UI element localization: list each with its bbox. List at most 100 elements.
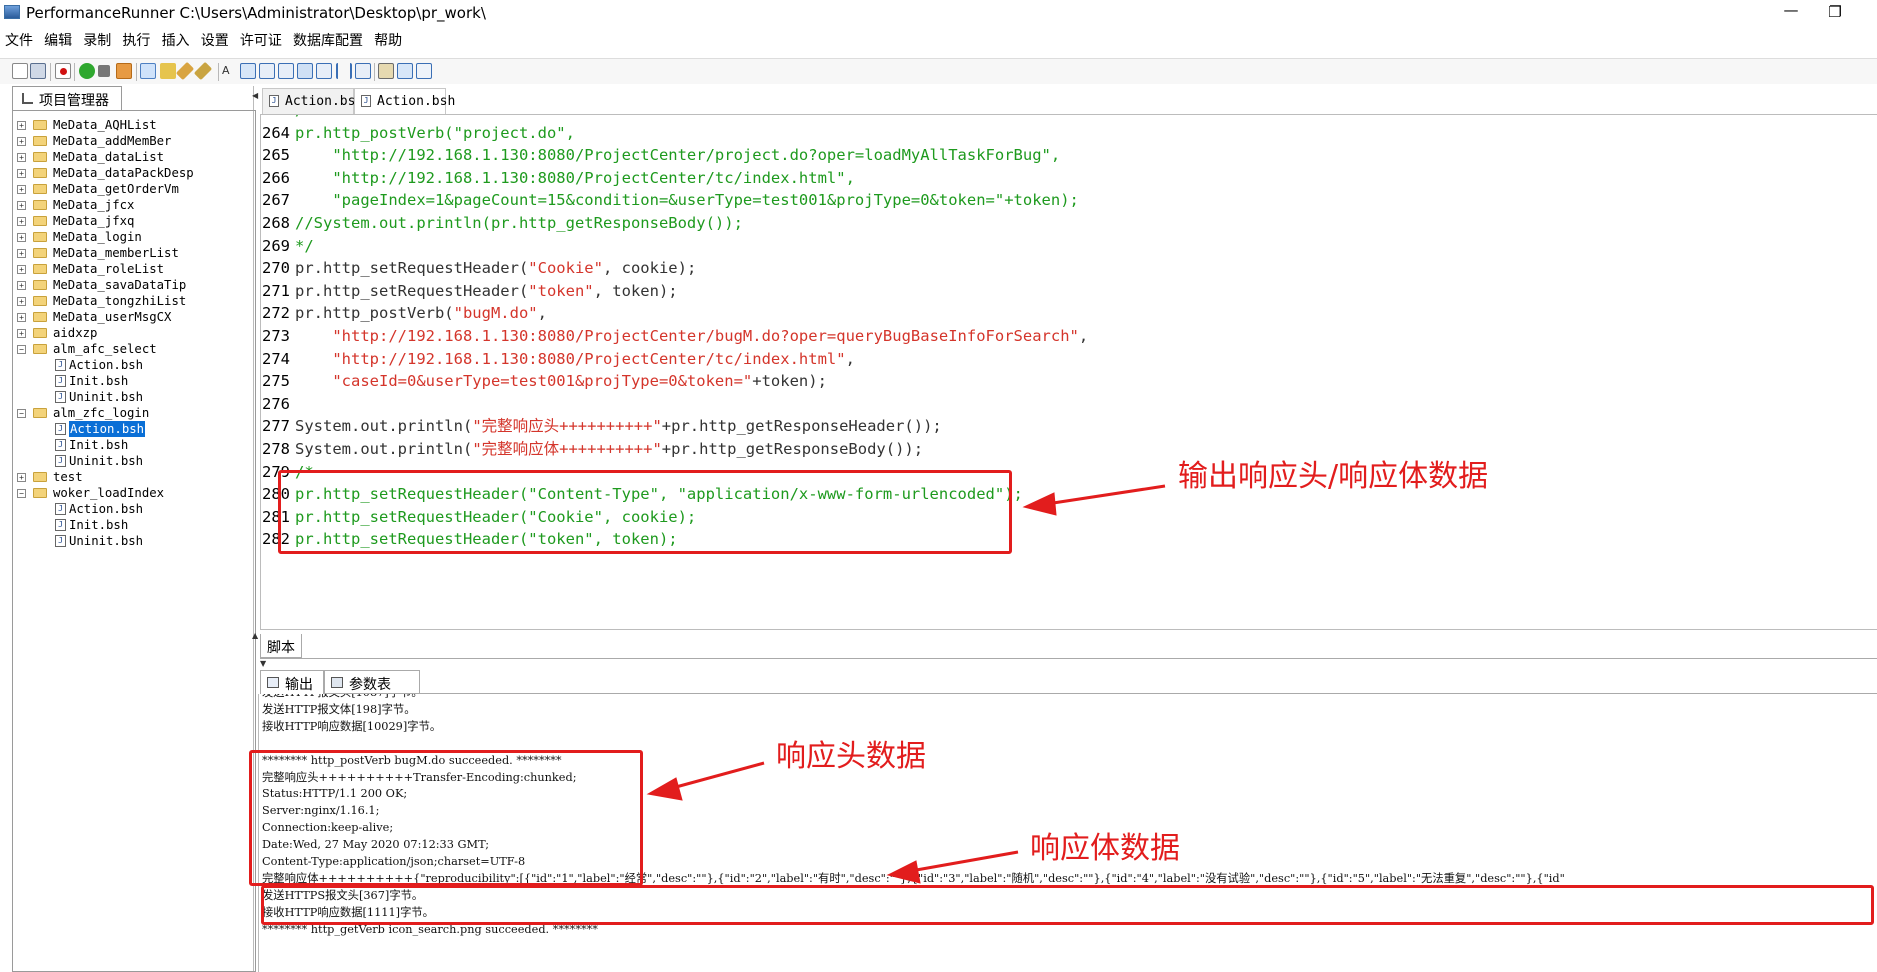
java-file-icon: J: [55, 455, 66, 467]
expand-icon[interactable]: +: [17, 137, 26, 146]
save-icon[interactable]: [30, 63, 46, 79]
tree-folder-item[interactable]: + MeData_jfcx: [13, 197, 255, 213]
code-token: pr.http_postVerb(: [295, 304, 454, 323]
menu-db-config[interactable]: 数据库配置: [288, 28, 365, 50]
transaction-icon[interactable]: [297, 63, 313, 79]
tree-file-item[interactable]: J Init.bsh: [13, 373, 255, 389]
expand-icon[interactable]: +: [17, 217, 26, 226]
collapse-icon[interactable]: −: [17, 345, 26, 354]
expand-icon[interactable]: +: [17, 265, 26, 274]
stop-icon[interactable]: [98, 65, 110, 77]
expand-icon[interactable]: +: [17, 473, 26, 482]
tree-folder-item[interactable]: + MeData_AQHList: [13, 117, 255, 133]
toolbar-separator: [136, 63, 137, 81]
tree-folder-item[interactable]: + MeData_addMemBer: [13, 133, 255, 149]
check-icon[interactable]: [140, 63, 156, 79]
tree-folder-item[interactable]: + MeData_tongzhiList: [13, 293, 255, 309]
menu-insert[interactable]: 插入: [157, 28, 192, 50]
tree-folder-item[interactable]: + MeData_savaDataTip: [13, 277, 255, 293]
tree-file-item[interactable]: J Init.bsh: [13, 437, 255, 453]
tree-folder-item[interactable]: + MeData_userMsgCX: [13, 309, 255, 325]
settings-icon[interactable]: [378, 63, 394, 79]
minimize-button[interactable]: —: [1771, 0, 1811, 24]
tree-file-item[interactable]: J Action.bsh: [13, 421, 255, 437]
menu-run[interactable]: 执行: [117, 28, 152, 50]
expand-icon[interactable]: +: [17, 281, 26, 290]
tree-folder-item[interactable]: + MeData_memberList: [13, 245, 255, 261]
tree-folder-item[interactable]: + MeData_dataList: [13, 149, 255, 165]
tree-folder-item[interactable]: + MeData_roleList: [13, 261, 255, 277]
split-icon[interactable]: [336, 63, 352, 79]
tab-parameters[interactable]: 参数表: [324, 670, 420, 694]
report-icon[interactable]: [116, 63, 132, 79]
cascade-icon[interactable]: [416, 63, 432, 79]
panel-arrow-icon[interactable]: ▼: [260, 660, 267, 668]
wand-icon[interactable]: [175, 61, 195, 81]
tree-folder-item[interactable]: − alm_afc_select: [13, 341, 255, 357]
tree-folder-item[interactable]: − woker_loadIndex: [13, 485, 255, 501]
code-token: ,: [845, 349, 855, 368]
find-icon[interactable]: [240, 63, 256, 79]
tree-item-label: MeData_userMsgCX: [53, 310, 172, 324]
tree-folder-item[interactable]: + MeData_login: [13, 229, 255, 245]
param-icon[interactable]: [259, 63, 275, 79]
menu-file[interactable]: 文件: [0, 28, 35, 50]
menu-settings[interactable]: 设置: [196, 28, 231, 50]
collapse-icon[interactable]: −: [17, 409, 26, 418]
tree-folder-item[interactable]: + MeData_getOrderVm: [13, 181, 255, 197]
new-file-icon[interactable]: [12, 63, 28, 79]
folder-icon: [33, 216, 47, 226]
menu-help[interactable]: 帮助: [369, 28, 404, 50]
tree-item-label: Uninit.bsh: [69, 454, 144, 468]
expand-icon[interactable]: +: [17, 169, 26, 178]
menu-record[interactable]: 录制: [78, 28, 113, 50]
menu-license[interactable]: 许可证: [235, 28, 284, 50]
tree-file-item[interactable]: J Uninit.bsh: [13, 533, 255, 549]
tree-item-label: MeData_dataList: [53, 150, 165, 164]
tree-file-item[interactable]: J Action.bsh: [13, 501, 255, 517]
window-icon[interactable]: [397, 63, 413, 79]
editor-tab-action-2[interactable]: J Action.bsh: [354, 88, 455, 114]
tree-file-item[interactable]: J Init.bsh: [13, 517, 255, 533]
menu-edit[interactable]: 编辑: [39, 28, 74, 50]
editor-tab-action-1[interactable]: J Action.bsh: [262, 88, 363, 114]
expand-icon[interactable]: +: [17, 153, 26, 162]
comment-icon[interactable]: [355, 63, 371, 79]
tag-icon[interactable]: [160, 63, 176, 79]
tree-item-label: MeData_AQHList: [53, 118, 157, 132]
tree-folder-item[interactable]: + aidxzp: [13, 325, 255, 341]
toolbar: A: [0, 58, 1877, 84]
text-icon[interactable]: A: [222, 63, 238, 79]
expand-icon[interactable]: +: [17, 121, 26, 130]
folder-icon: [33, 120, 47, 130]
expand-icon[interactable]: +: [17, 249, 26, 258]
record-icon[interactable]: [55, 63, 71, 79]
tab-script[interactable]: 脚本: [260, 634, 302, 658]
panel-arrow-icon[interactable]: ◀: [252, 92, 259, 100]
tree-folder-item[interactable]: − alm_zfc_login: [13, 405, 255, 421]
tree-folder-item[interactable]: + MeData_dataPackDesp: [13, 165, 255, 181]
expand-icon[interactable]: +: [17, 185, 26, 194]
expand-icon[interactable]: +: [17, 201, 26, 210]
run-icon[interactable]: [79, 63, 95, 79]
tree-item-label: MeData_memberList: [53, 246, 179, 260]
expand-icon[interactable]: +: [17, 329, 26, 338]
tree-folder-item[interactable]: + test: [13, 469, 255, 485]
tree-folder-item[interactable]: + MeData_jfxq: [13, 213, 255, 229]
rendezvous-icon[interactable]: [316, 63, 332, 79]
tree-file-item[interactable]: J Uninit.bsh: [13, 389, 255, 405]
tab-project-manager[interactable]: 项目管理器: [12, 86, 122, 110]
expand-icon[interactable]: +: [17, 233, 26, 242]
tree-file-item[interactable]: J Uninit.bsh: [13, 453, 255, 469]
expand-icon[interactable]: +: [17, 297, 26, 306]
code-line: 268//System.out.println(pr.http_getRespo…: [261, 210, 743, 237]
tab-output[interactable]: 输出: [260, 670, 324, 694]
expand-icon[interactable]: +: [17, 313, 26, 322]
panel-arrow-icon[interactable]: ▲: [252, 632, 259, 640]
collapse-icon[interactable]: −: [17, 489, 26, 498]
tree-file-item[interactable]: J Action.bsh: [13, 357, 255, 373]
restore-button[interactable]: ❐: [1815, 0, 1855, 24]
wand2-icon[interactable]: [193, 61, 213, 81]
copy-icon[interactable]: [278, 63, 294, 79]
